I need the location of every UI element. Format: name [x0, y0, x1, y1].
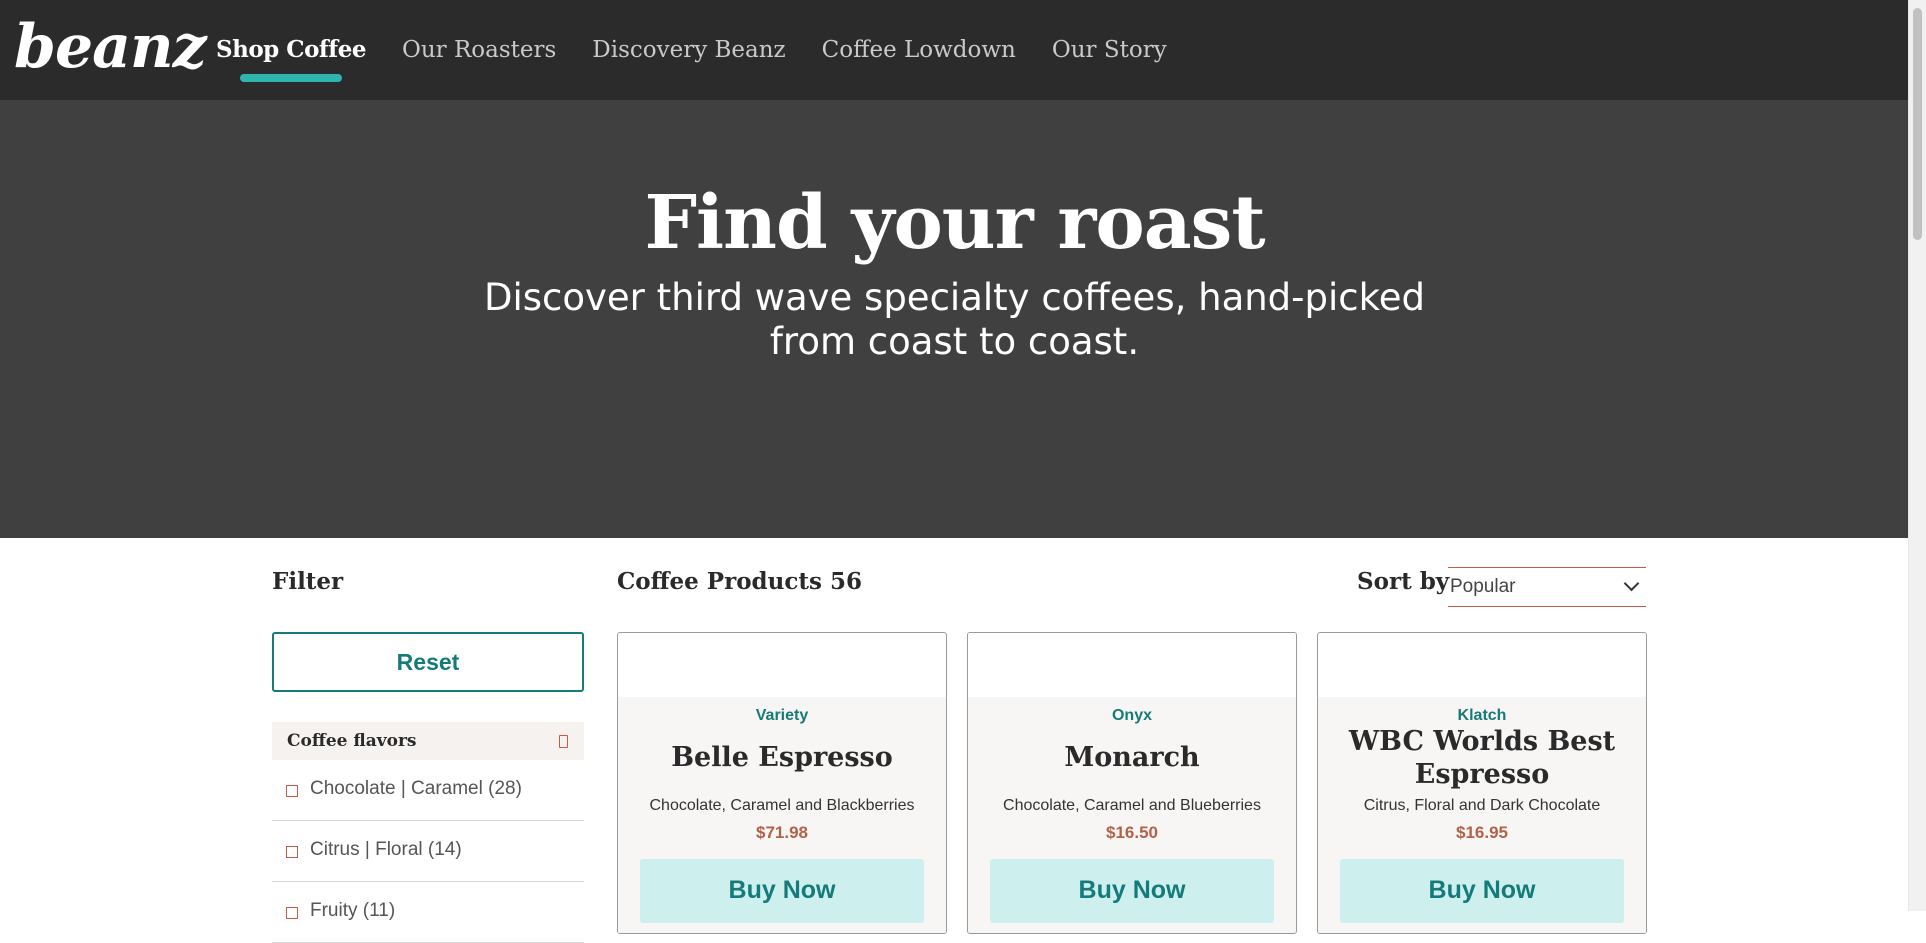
- product-name[interactable]: Monarch: [978, 741, 1286, 774]
- coffee-flavors-heading: Coffee flavors: [287, 731, 417, 751]
- product-roaster[interactable]: Onyx: [968, 707, 1296, 725]
- active-nav-indicator: [240, 74, 342, 82]
- nav-item-coffee-lowdown[interactable]: Coffee Lowdown: [822, 0, 1016, 100]
- buy-now-button[interactable]: Buy Now: [990, 859, 1274, 923]
- flavor-option-chocolate-caramel[interactable]: Chocolate | Caramel (28): [272, 760, 584, 821]
- product-card[interactable]: Klatch WBC Worlds Best Espresso Citrus, …: [1317, 632, 1647, 934]
- checkbox-icon[interactable]: [286, 846, 298, 858]
- sort-select[interactable]: Popular: [1448, 567, 1646, 607]
- hero-subtitle-line1: Discover third wave specialty coffees, h…: [483, 276, 1425, 319]
- product-card[interactable]: Onyx Monarch Chocolate, Caramel and Blue…: [967, 632, 1297, 934]
- flavor-option-label: Chocolate | Caramel (28): [310, 778, 522, 799]
- flavor-option-label: Fruity (11): [310, 900, 396, 921]
- product-name[interactable]: Belle Espresso: [628, 741, 936, 774]
- buy-now-button[interactable]: Buy Now: [1340, 859, 1624, 923]
- product-flavor-notes: Citrus, Floral and Dark Chocolate: [1363, 797, 1601, 814]
- nav-item-label: Our Story: [1051, 37, 1167, 63]
- flavor-option-fruity[interactable]: Fruity (11): [272, 882, 584, 943]
- chevron-down-icon: [1623, 575, 1640, 592]
- products-count-heading: Coffee Products 56: [617, 568, 862, 595]
- product-name-line2: Espresso: [1414, 759, 1550, 790]
- product-card-body: Klatch WBC Worlds Best Espresso Citrus, …: [1318, 697, 1646, 933]
- product-name-line1: Monarch: [1064, 742, 1200, 773]
- flavor-option-label: Citrus | Floral (14): [310, 839, 462, 860]
- product-card-body: Onyx Monarch Chocolate, Caramel and Blue…: [968, 697, 1296, 933]
- hero-title: Find your roast: [644, 180, 1266, 266]
- product-name-line1: Belle Espresso: [671, 742, 893, 773]
- product-image-area: [1318, 633, 1646, 697]
- product-flavor-notes: Chocolate, Caramel and Blackberries: [649, 797, 915, 814]
- nav-item-shop-coffee[interactable]: Shop Coffee: [216, 0, 366, 100]
- product-price: $16.95: [1456, 823, 1508, 842]
- product-image-area: [968, 633, 1296, 697]
- scrollbar-thumb[interactable]: [1913, 8, 1922, 240]
- nav-item-label: Discovery Beanz: [592, 37, 786, 63]
- product-name[interactable]: WBC Worlds Best Espresso: [1328, 725, 1636, 791]
- coffee-flavors-accordion-header[interactable]: Coffee flavors: [272, 722, 584, 760]
- product-name-line1: WBC Worlds Best: [1348, 726, 1616, 757]
- checkbox-icon[interactable]: [286, 907, 298, 919]
- product-price: $16.50: [1106, 823, 1158, 842]
- nav-item-label: Shop Coffee: [216, 36, 366, 63]
- top-nav-bar: beanz Shop Coffee Our Roasters Discovery…: [0, 0, 1909, 100]
- flavor-option-citrus-floral[interactable]: Citrus | Floral (14): [272, 821, 584, 882]
- product-flavor-notes: Chocolate, Caramel and Blueberries: [1003, 797, 1261, 814]
- product-roaster[interactable]: Klatch: [1318, 707, 1646, 725]
- filter-heading: Filter: [272, 568, 344, 595]
- nav-item-discovery-beanz[interactable]: Discovery Beanz: [592, 0, 785, 100]
- hero-banner: Find your roast Discover third wave spec…: [0, 100, 1909, 538]
- sort-by-label: Sort by: [1357, 568, 1450, 595]
- nav-item-label: Coffee Lowdown: [821, 37, 1016, 63]
- product-card[interactable]: Variety Belle Espresso Chocolate, Carame…: [617, 632, 947, 934]
- product-price: $71.98: [756, 823, 808, 842]
- product-image-area: [618, 633, 946, 697]
- page-scrollbar[interactable]: [1908, 0, 1926, 911]
- collapse-toggle-icon[interactable]: [559, 735, 568, 748]
- nav-item-our-roasters[interactable]: Our Roasters: [402, 0, 556, 100]
- checkbox-icon[interactable]: [286, 785, 298, 797]
- main-nav: Shop Coffee Our Roasters Discovery Beanz…: [216, 0, 1203, 100]
- buy-now-button[interactable]: Buy Now: [640, 859, 924, 923]
- nav-item-our-story[interactable]: Our Story: [1052, 0, 1167, 100]
- beanz-logo[interactable]: beanz: [14, 14, 207, 80]
- hero-subtitle-line2: from coast to coast.: [769, 320, 1140, 363]
- nav-item-label: Our Roasters: [401, 37, 557, 63]
- flavor-filter-list: Chocolate | Caramel (28) Citrus | Floral…: [272, 760, 584, 943]
- product-roaster[interactable]: Variety: [618, 707, 946, 725]
- sort-selected-value: Popular: [1450, 576, 1516, 597]
- hero-subtitle: Discover third wave specialty coffees, h…: [0, 276, 1909, 364]
- product-card-body: Variety Belle Espresso Chocolate, Carame…: [618, 697, 946, 933]
- reset-filters-button[interactable]: Reset: [272, 632, 584, 692]
